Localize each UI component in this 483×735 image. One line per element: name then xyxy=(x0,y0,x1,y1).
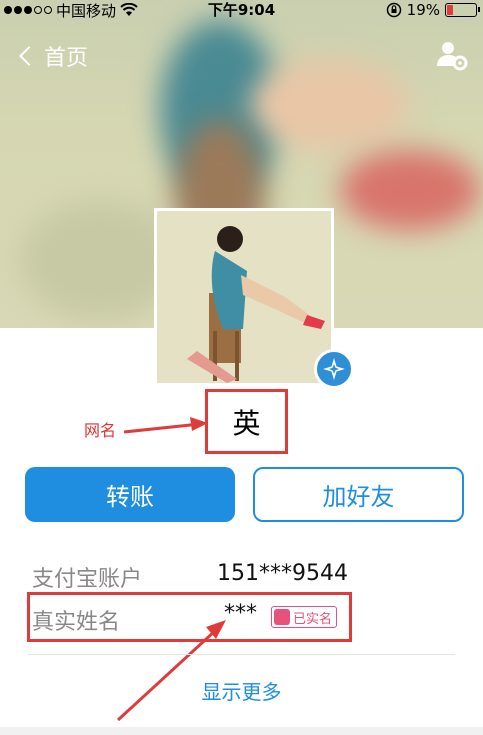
account-label: 支付宝账户 xyxy=(32,567,143,592)
battery-icon xyxy=(445,3,480,17)
back-button[interactable]: 首页 xyxy=(16,40,88,72)
account-value: 151***9544 xyxy=(217,561,348,586)
real-name-label: 真实姓名 xyxy=(32,610,121,635)
verified-tag: 已实名 xyxy=(271,606,338,628)
realname-arrow xyxy=(116,628,218,722)
carrier-label: 中国移动 xyxy=(56,1,117,20)
show-more-link[interactable]: 显示更多 xyxy=(0,676,483,705)
wifi-icon xyxy=(120,3,138,16)
nickname-arrow xyxy=(123,422,201,434)
back-label: 首页 xyxy=(44,46,89,71)
verified-tag-label: 已实名 xyxy=(293,611,333,627)
add-friend-button[interactable]: 加好友 xyxy=(253,467,464,522)
chevron-left-icon xyxy=(19,46,39,66)
divider xyxy=(28,654,455,655)
nav-bar: 首页 xyxy=(0,32,483,80)
orientation-lock-icon xyxy=(386,2,401,18)
verified-badge-icon xyxy=(314,349,354,389)
nickname-highlight-box: 英 xyxy=(205,389,288,454)
battery-percent: 19% xyxy=(406,1,440,19)
avatar-photo xyxy=(157,211,331,383)
id-card-icon xyxy=(274,609,290,625)
real-name-value: *** xyxy=(224,601,257,626)
signal-icon xyxy=(4,6,52,14)
transfer-button[interactable]: 转账 xyxy=(25,467,235,522)
nickname: 英 xyxy=(232,406,261,440)
bottom-edge xyxy=(0,727,483,735)
status-bar: 中国移动 下午9:04 19% xyxy=(0,0,483,20)
nickname-annotation-label: 网名 xyxy=(84,421,117,440)
avatar[interactable] xyxy=(154,208,334,386)
user-settings-icon[interactable] xyxy=(435,38,469,72)
